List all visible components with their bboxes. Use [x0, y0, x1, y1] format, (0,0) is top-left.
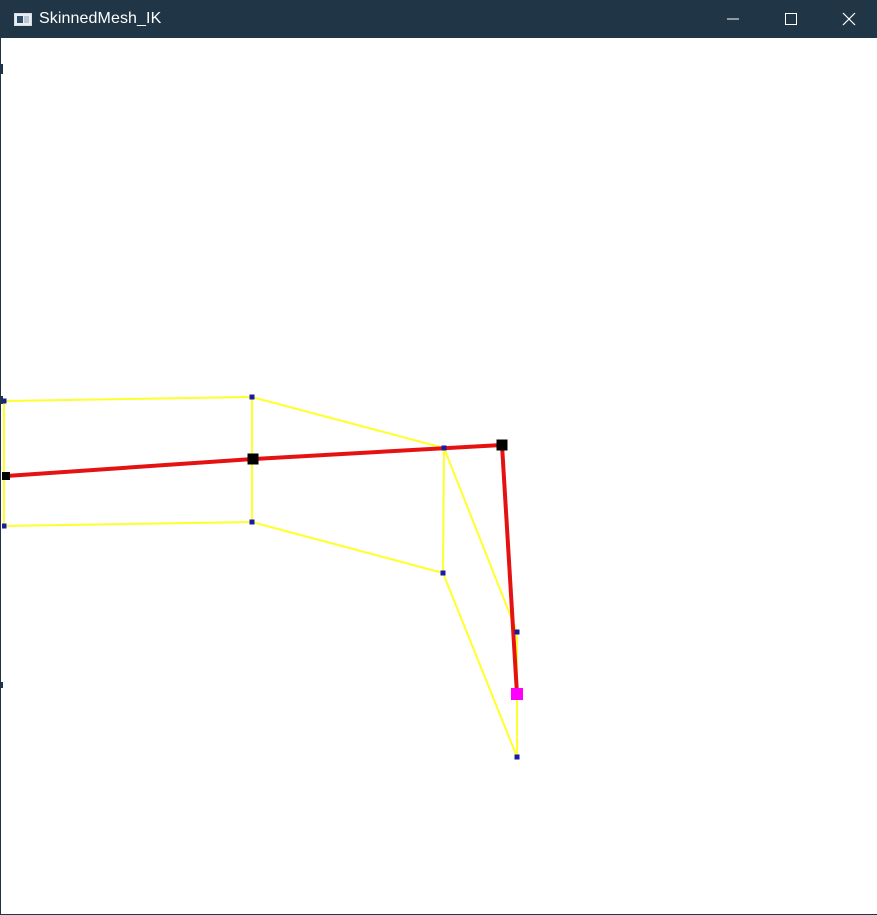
- window-controls: [704, 0, 877, 38]
- mesh-edge: [3, 396, 253, 402]
- app-window: SkinnedMesh_IK: [0, 0, 877, 915]
- window-edge-mark: [1, 396, 3, 404]
- mesh-edge: [3, 521, 253, 527]
- window-edge-mark: [1, 682, 3, 688]
- mesh-vertex: [249, 394, 255, 400]
- close-button[interactable]: [820, 0, 877, 38]
- title-bar[interactable]: SkinnedMesh_IK: [1, 0, 877, 38]
- mesh-edge: [251, 396, 445, 449]
- window-title: SkinnedMesh_IK: [39, 10, 162, 27]
- mesh-edge: [442, 572, 518, 758]
- mesh-vertex: [440, 570, 446, 576]
- joint-root[interactable]: [2, 472, 10, 480]
- mesh-vertex: [441, 445, 447, 451]
- mesh-vertex: [514, 754, 520, 760]
- bone: [252, 443, 503, 461]
- mesh-edge: [251, 521, 444, 574]
- bone: [500, 444, 519, 695]
- minimize-button[interactable]: [704, 0, 762, 38]
- ik-target[interactable]: [511, 688, 523, 700]
- minimize-icon: [727, 18, 739, 20]
- joint[interactable]: [247, 453, 259, 465]
- mesh-vertex: [249, 519, 255, 525]
- close-icon: [842, 12, 856, 26]
- maximize-button[interactable]: [762, 0, 820, 38]
- bone: [5, 457, 254, 478]
- window-edge-mark: [1, 64, 3, 74]
- mesh-vertex: [2, 523, 7, 529]
- app-window-icon: [14, 12, 32, 26]
- render-canvas[interactable]: [2, 38, 877, 914]
- scene-svg: [2, 394, 523, 760]
- maximize-icon: [785, 13, 797, 25]
- mesh-vertex: [514, 629, 520, 635]
- mesh-edge: [442, 447, 445, 574]
- joint[interactable]: [496, 439, 508, 451]
